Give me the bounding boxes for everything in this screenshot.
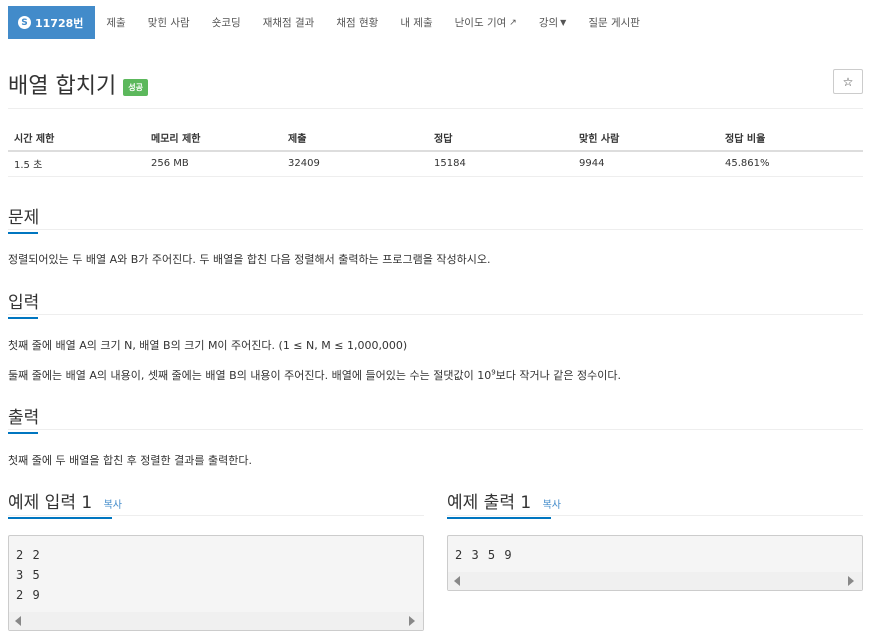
tier-badge-icon: S (18, 16, 31, 29)
divider (8, 314, 863, 315)
output-heading-text: 출력 (8, 408, 40, 428)
horizontal-scrollbar[interactable] (9, 612, 423, 630)
table-header: 맞힌 사람 (573, 124, 719, 152)
scroll-right-icon[interactable] (848, 576, 854, 586)
page-title: 배열 합치기 (8, 74, 117, 99)
divider (8, 229, 863, 230)
input-text-line2: 둘째 줄에는 배열 A의 내용이, 셋째 줄에는 배열 B의 내용이 주어진다.… (8, 367, 621, 383)
output-text: 첫째 줄에 두 배열을 합친 후 정렬한 결과를 출력한다. (8, 454, 252, 467)
nav-rejudge-results[interactable]: 재채점 결과 (252, 6, 326, 39)
nav-short-coding[interactable]: 숏코딩 (201, 6, 252, 39)
caret-down-icon: ▼ (560, 18, 567, 27)
scroll-right-icon[interactable] (409, 616, 415, 626)
table-cell: 256 MB (145, 151, 282, 177)
horizontal-scrollbar[interactable] (448, 572, 862, 590)
sample-input-heading: 예제 입력 1 복사 (8, 488, 122, 519)
heading-underline (8, 517, 112, 519)
table-header-row: 시간 제한 메모리 제한 제출 정답 맞힌 사람 정답 비율 (8, 124, 863, 152)
nav-problem-number[interactable]: S 11728번 (8, 6, 96, 39)
table-cell: 1.5 초 (8, 151, 145, 177)
table-header: 제출 (282, 124, 428, 152)
description-text: 정렬되어있는 두 배열 A와 B가 주어진다. 두 배열을 합친 다음 정렬해서… (8, 253, 491, 266)
nav-qna-board-label: 질문 게시판 (588, 17, 640, 29)
input-text-line2-pre: 둘째 줄에는 배열 A의 내용이, 셋째 줄에는 배열 B의 내용이 주어진다.… (8, 369, 492, 382)
description-heading: 문제 (8, 203, 40, 234)
sample-input-text: 2 2 3 5 2 9 (16, 548, 41, 602)
table-cell: 32409 (282, 151, 428, 177)
external-link-icon: ↗ (509, 17, 517, 28)
nav-status-label: 채점 현황 (336, 17, 379, 29)
nav-difficulty-contrib[interactable]: 난이도 기여 ↗ (444, 6, 528, 39)
heading-underline (8, 432, 38, 434)
title-row: 배열 합치기 성공 (8, 68, 148, 100)
description-heading-text: 문제 (8, 208, 40, 228)
sample-input-heading-text: 예제 입력 1 (8, 493, 93, 513)
problem-nav: S 11728번 제출 맞힌 사람 숏코딩 재채점 결과 채점 현황 내 제출 … (8, 6, 651, 39)
problem-info-table: 시간 제한 메모리 제한 제출 정답 맞힌 사람 정답 비율 1.5 초 256… (8, 124, 863, 177)
scroll-left-icon[interactable] (454, 576, 460, 586)
table-cell: 9944 (573, 151, 719, 177)
nav-status[interactable]: 채점 현황 (325, 6, 389, 39)
sample-output-heading-text: 예제 출력 1 (447, 493, 532, 513)
nav-problem-number-label: 11728번 (35, 16, 84, 30)
favorite-button[interactable]: ☆ (833, 69, 863, 94)
input-heading-text: 입력 (8, 293, 40, 313)
output-heading: 출력 (8, 403, 40, 434)
table-header: 시간 제한 (8, 124, 145, 152)
divider (8, 108, 863, 109)
sample-output-box[interactable]: 2 3 5 9 (447, 535, 863, 591)
divider (8, 515, 424, 516)
sample-output-text: 2 3 5 9 (455, 548, 513, 562)
nav-lectures-label: 강의 (538, 17, 559, 29)
sample-output-heading: 예제 출력 1 복사 (447, 488, 561, 519)
table-header: 정답 (428, 124, 573, 152)
nav-short-coding-label: 숏코딩 (211, 17, 241, 29)
heading-underline (447, 517, 551, 519)
heading-underline (8, 317, 38, 319)
input-text-line1: 첫째 줄에 배열 A의 크기 N, 배열 B의 크기 M이 주어진다. (1 ≤… (8, 339, 408, 352)
nav-rejudge-results-label: 재채점 결과 (262, 17, 315, 29)
nav-difficulty-contrib-label: 난이도 기여 (454, 17, 507, 29)
table-row: 1.5 초 256 MB 32409 15184 9944 45.861% (8, 151, 863, 177)
divider (8, 429, 863, 430)
table-cell: 45.861% (719, 151, 863, 177)
nav-solvers[interactable]: 맞힌 사람 (137, 6, 201, 39)
table-header: 메모리 제한 (145, 124, 282, 152)
heading-underline (8, 232, 38, 234)
table-header: 정답 비율 (719, 124, 863, 152)
sample-input-box[interactable]: 2 2 3 5 2 9 (8, 535, 424, 631)
nav-submit[interactable]: 제출 (95, 6, 136, 39)
nav-lectures[interactable]: 강의 ▼ (528, 6, 577, 39)
nav-submit-label: 제출 (106, 17, 126, 29)
scroll-left-icon[interactable] (15, 616, 21, 626)
star-icon: ☆ (842, 74, 854, 89)
copy-sample-output-link[interactable]: 복사 (543, 500, 561, 511)
nav-solvers-label: 맞힌 사람 (147, 17, 190, 29)
input-text-line2-post: 보다 작거나 같은 정수이다. (495, 369, 621, 382)
nav-qna-board[interactable]: 질문 게시판 (577, 6, 651, 39)
input-heading: 입력 (8, 288, 40, 319)
divider (447, 515, 863, 516)
table-cell: 15184 (428, 151, 573, 177)
nav-my-submissions[interactable]: 내 제출 (389, 6, 443, 39)
copy-sample-input-link[interactable]: 복사 (104, 500, 122, 511)
status-badge: 성공 (123, 78, 148, 96)
nav-my-submissions-label: 내 제출 (400, 17, 433, 29)
